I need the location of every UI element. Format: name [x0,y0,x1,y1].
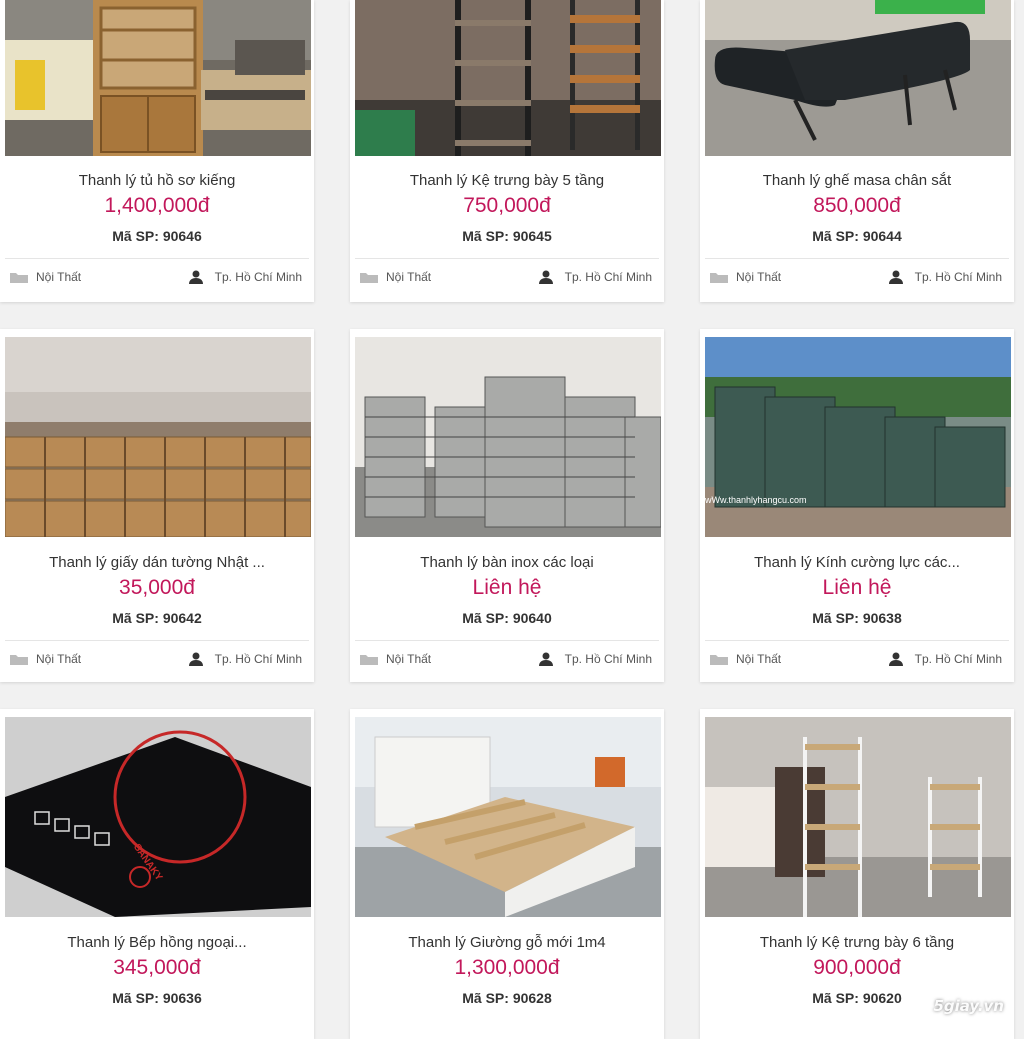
divider [5,640,309,641]
folder-icon [10,273,28,283]
category-label: Nội Thất [36,270,82,284]
product-category[interactable]: Nội Thất [10,270,81,284]
product-code: Mã SP: 90636 [112,990,202,1006]
location-label: Tp. Hồ Chí Minh [914,652,1002,666]
user-icon [188,270,203,284]
product-image[interactable]: SANAKY [5,717,311,917]
product-image[interactable] [355,717,661,917]
location-label: Tp. Hồ Chí Minh [214,270,302,284]
divider [705,640,1009,641]
product-image[interactable] [5,0,311,156]
folder-icon [10,655,28,665]
location-label: Tp. Hồ Chí Minh [214,652,302,666]
product-card[interactable]: Thanh lý Giường gỗ mới 1m4 1,300,000đ Mã… [350,709,664,1039]
divider [5,258,309,259]
product-image[interactable] [355,337,661,537]
location-label: Tp. Hồ Chí Minh [564,652,652,666]
product-title[interactable]: Thanh lý ghế masa chân sắt [700,172,1014,189]
product-price: 1,400,000đ [104,194,210,217]
category-label: Nội Thất [736,270,782,284]
product-title[interactable]: Thanh lý giấy dán tường Nhật ... [0,554,314,571]
product-price: 750,000đ [463,194,551,217]
product-location: Tp. Hồ Chí Minh [888,652,1002,666]
product-image[interactable] [705,717,1011,917]
product-title[interactable]: Thanh lý tủ hồ sơ kiếng [0,172,314,189]
product-title[interactable]: Thanh lý Kệ trưng bày 6 tầng [700,934,1014,951]
product-code: Mã SP: 90646 [112,228,202,244]
product-image[interactable] [705,0,1011,156]
product-title[interactable]: Thanh lý bàn inox các loại [350,554,664,571]
product-location: Tp. Hồ Chí Minh [538,652,652,666]
product-meta: Nội Thất Tp. Hồ Chí Minh [360,270,654,288]
product-category[interactable]: Nội Thất [10,652,81,666]
product-code: Mã SP: 90642 [112,610,202,626]
product-code: Mã SP: 90638 [812,610,902,626]
product-card[interactable]: wWw.thanhlyhangcu.com Thanh lý Kính cườn… [700,329,1014,682]
user-icon [538,652,553,666]
product-card[interactable]: SANAKY Thanh lý Bếp hồng ngoại... 345,00… [0,709,314,1039]
product-code: Mã SP: 90628 [462,990,552,1006]
folder-icon [710,655,728,665]
product-category[interactable]: Nội Thất [360,652,431,666]
product-grid: Thanh lý tủ hồ sơ kiếng 1,400,000đ Mã SP… [0,0,1024,1039]
location-label: Tp. Hồ Chí Minh [914,270,1002,284]
divider [355,258,659,259]
product-category[interactable]: Nội Thất [360,270,431,284]
product-image[interactable] [355,0,661,156]
product-price: 35,000đ [119,576,195,599]
product-location: Tp. Hồ Chí Minh [888,270,1002,284]
product-card[interactable]: Thanh lý Kệ trưng bày 5 tầng 750,000đ Mã… [350,0,664,302]
product-category[interactable]: Nội Thất [710,652,781,666]
product-price: 1,300,000đ [454,956,560,979]
product-code: Mã SP: 90645 [462,228,552,244]
product-price: 850,000đ [813,194,901,217]
category-label: Nội Thất [386,270,432,284]
user-icon [888,270,903,284]
product-card[interactable]: Thanh lý bàn inox các loại Liên hệ Mã SP… [350,329,664,682]
folder-icon [710,273,728,283]
category-label: Nội Thất [386,652,432,666]
product-card[interactable]: Thanh lý giấy dán tường Nhật ... 35,000đ… [0,329,314,682]
product-code: Mã SP: 90644 [812,228,902,244]
user-icon [538,270,553,284]
product-category[interactable]: Nội Thất [710,270,781,284]
product-meta: Nội Thất Tp. Hồ Chí Minh [710,652,1004,670]
folder-icon [360,273,378,283]
product-image[interactable]: wWw.thanhlyhangcu.com [705,337,1011,537]
product-price: Liên hệ [822,576,892,599]
product-card[interactable]: Thanh lý ghế masa chân sắt 850,000đ Mã S… [700,0,1014,302]
category-label: Nội Thất [736,652,782,666]
folder-icon [360,655,378,665]
product-price: Liên hệ [472,576,542,599]
product-meta: Nội Thất Tp. Hồ Chí Minh [10,270,304,288]
product-title[interactable]: Thanh lý Bếp hồng ngoại... [0,934,314,951]
product-title[interactable]: Thanh lý Kính cường lực các... [700,554,1014,571]
location-label: Tp. Hồ Chí Minh [564,270,652,284]
product-card[interactable]: Thanh lý Kệ trưng bày 6 tầng 900,000đ Mã… [700,709,1014,1039]
user-icon [888,652,903,666]
product-location: Tp. Hồ Chí Minh [538,270,652,284]
product-meta: Nội Thất Tp. Hồ Chí Minh [10,652,304,670]
divider [705,258,1009,259]
product-title[interactable]: Thanh lý Giường gỗ mới 1m4 [350,934,664,951]
product-location: Tp. Hồ Chí Minh [188,270,302,284]
product-card[interactable]: Thanh lý tủ hồ sơ kiếng 1,400,000đ Mã SP… [0,0,314,302]
divider [355,640,659,641]
product-price: 900,000đ [813,956,901,979]
product-code: Mã SP: 90640 [462,610,552,626]
product-price: 345,000đ [113,956,201,979]
user-icon [188,652,203,666]
product-title[interactable]: Thanh lý Kệ trưng bày 5 tầng [350,172,664,189]
product-meta: Nội Thất Tp. Hồ Chí Minh [360,652,654,670]
product-image[interactable] [5,337,311,537]
image-caption: wWw.thanhlyhangcu.com [705,495,807,505]
product-meta: Nội Thất Tp. Hồ Chí Minh [710,270,1004,288]
watermark: 5giay.vn [933,997,1004,1015]
product-location: Tp. Hồ Chí Minh [188,652,302,666]
category-label: Nội Thất [36,652,82,666]
